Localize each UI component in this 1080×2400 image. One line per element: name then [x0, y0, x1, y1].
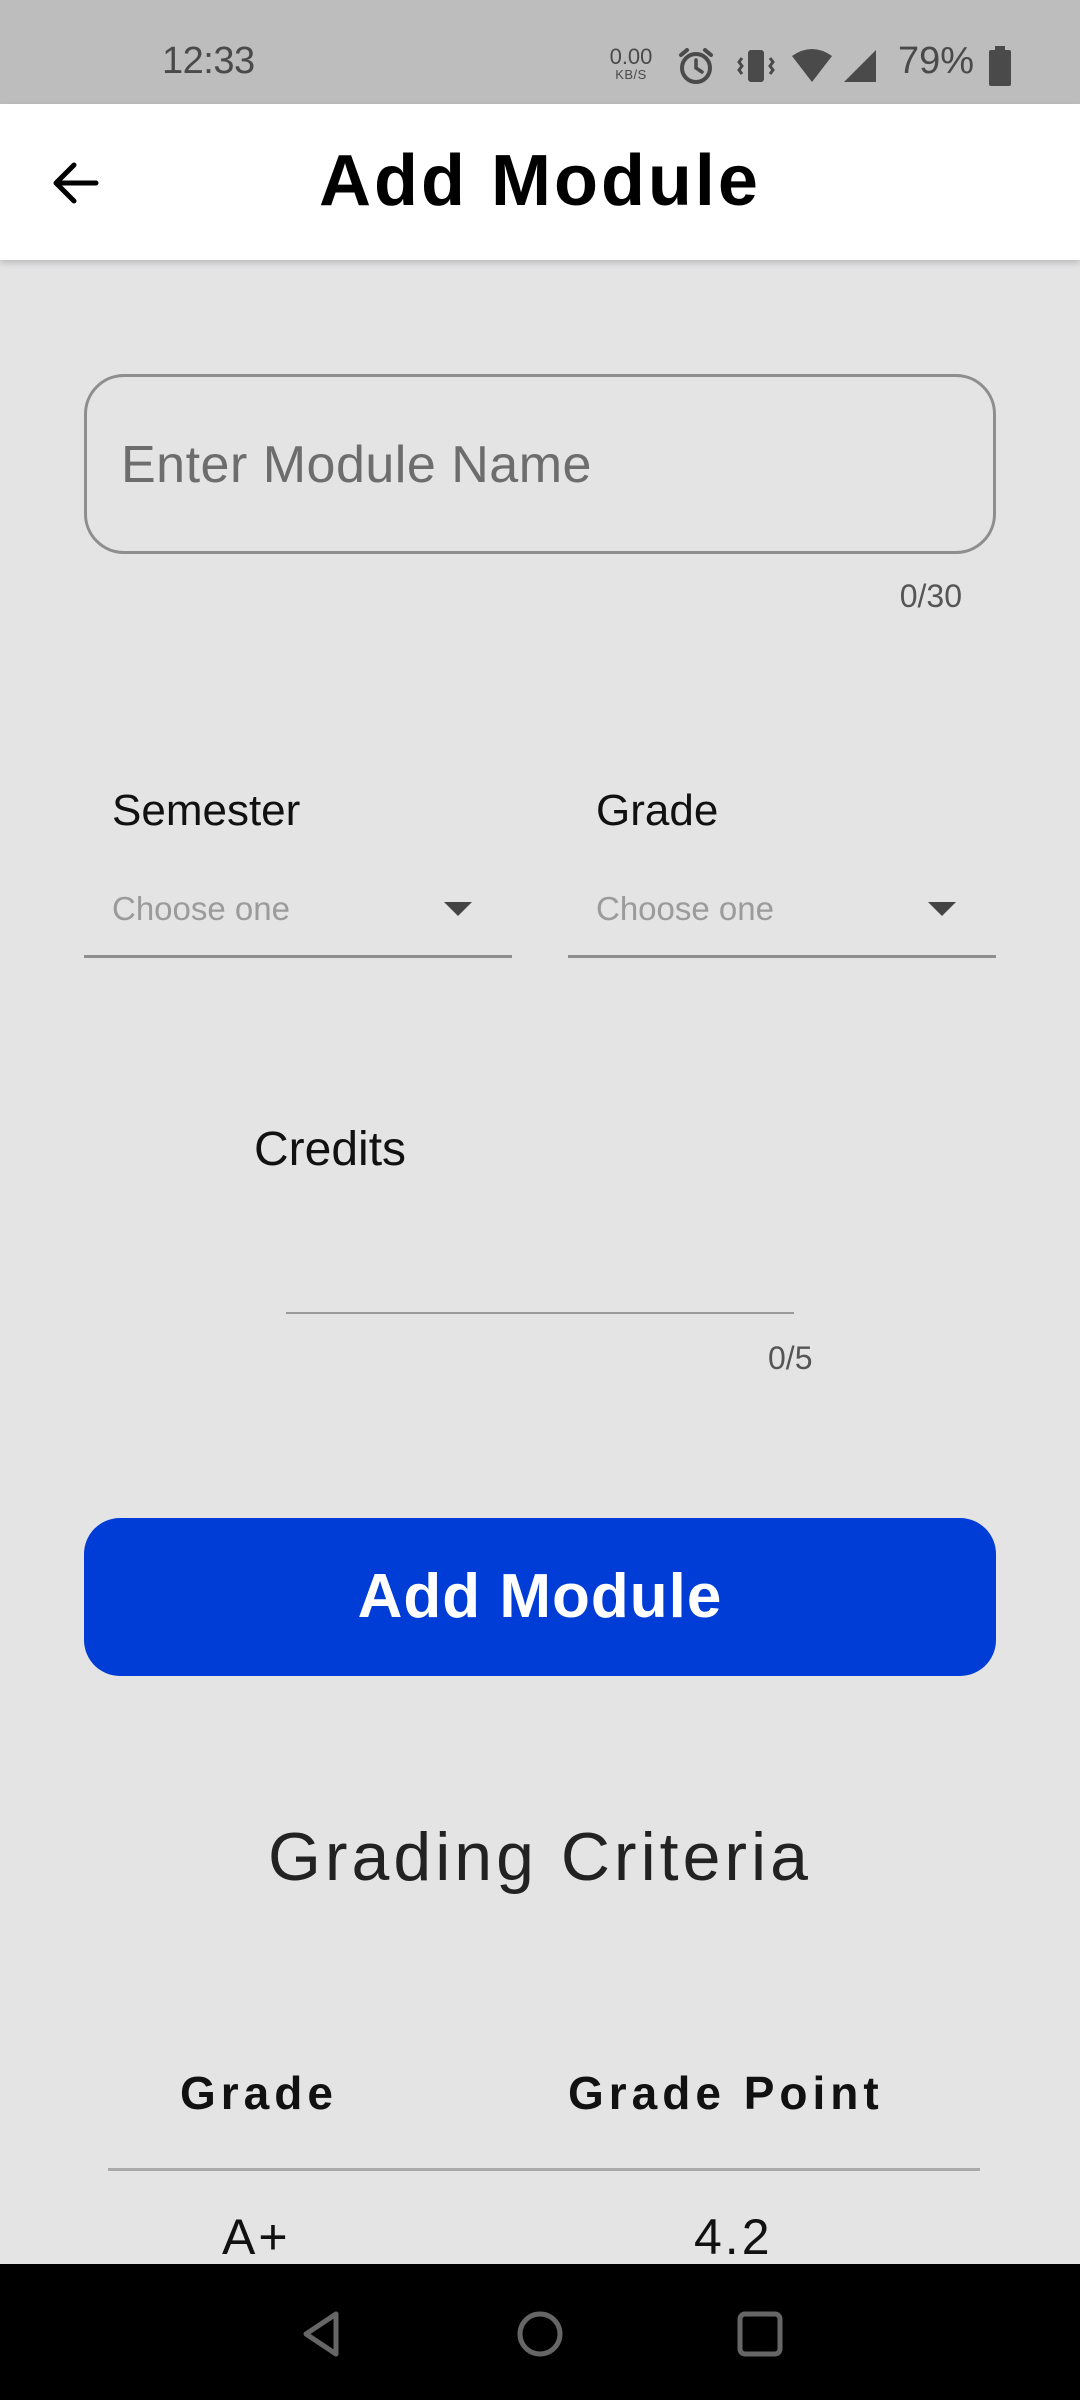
- network-speed-unit: KB/S: [615, 67, 647, 82]
- status-bar: 12:33 0.00 KB/S 79%: [0, 0, 1080, 104]
- add-module-button[interactable]: Add Module: [84, 1518, 996, 1676]
- page-title: Add Module: [319, 141, 761, 221]
- alarm-icon: [679, 48, 713, 84]
- credits-label: Credits: [254, 1123, 407, 1176]
- criteria-title: Grading Criteria: [268, 1819, 812, 1895]
- table-cell-grade-point: 4.2: [694, 2209, 773, 2265]
- recents-square-icon[interactable]: [734, 2308, 786, 2360]
- navigation-bar: [0, 2264, 1080, 2400]
- cell-signal-icon: [844, 50, 876, 82]
- grade-label: Grade: [596, 786, 719, 835]
- semester-value: Choose one: [112, 890, 290, 927]
- wifi-icon: [792, 49, 832, 82]
- module-name-counter: 0/30: [899, 578, 962, 614]
- caret-down-icon: [444, 902, 472, 916]
- table-cell-grade: A+: [222, 2209, 291, 2265]
- home-circle-icon[interactable]: [514, 2308, 566, 2360]
- credits-counter: 0/5: [768, 1340, 813, 1376]
- battery-percent: 79%: [898, 40, 975, 82]
- grade-dropdown[interactable]: Choose one: [568, 880, 996, 958]
- back-triangle-icon[interactable]: [296, 2308, 348, 2360]
- battery-icon: [989, 46, 1011, 86]
- table-divider: [108, 2168, 980, 2171]
- network-speed: 0.00 KB/S: [606, 44, 656, 82]
- status-time: 12:33: [162, 40, 255, 82]
- module-name-input[interactable]: Enter Module Name: [84, 374, 996, 554]
- caret-down-icon: [928, 902, 956, 916]
- credits-input[interactable]: [286, 1312, 794, 1314]
- semester-dropdown[interactable]: Choose one: [84, 880, 512, 958]
- semester-label: Semester: [112, 786, 301, 835]
- table-header-grade: Grade: [180, 2067, 338, 2119]
- app-bar: Add Module: [0, 104, 1080, 260]
- network-speed-value: 0.00: [609, 44, 653, 69]
- table-header-grade-point: Grade Point: [568, 2067, 884, 2119]
- grade-value: Choose one: [596, 890, 774, 927]
- vibrate-icon: [737, 50, 775, 82]
- module-name-placeholder: Enter Module Name: [121, 436, 592, 494]
